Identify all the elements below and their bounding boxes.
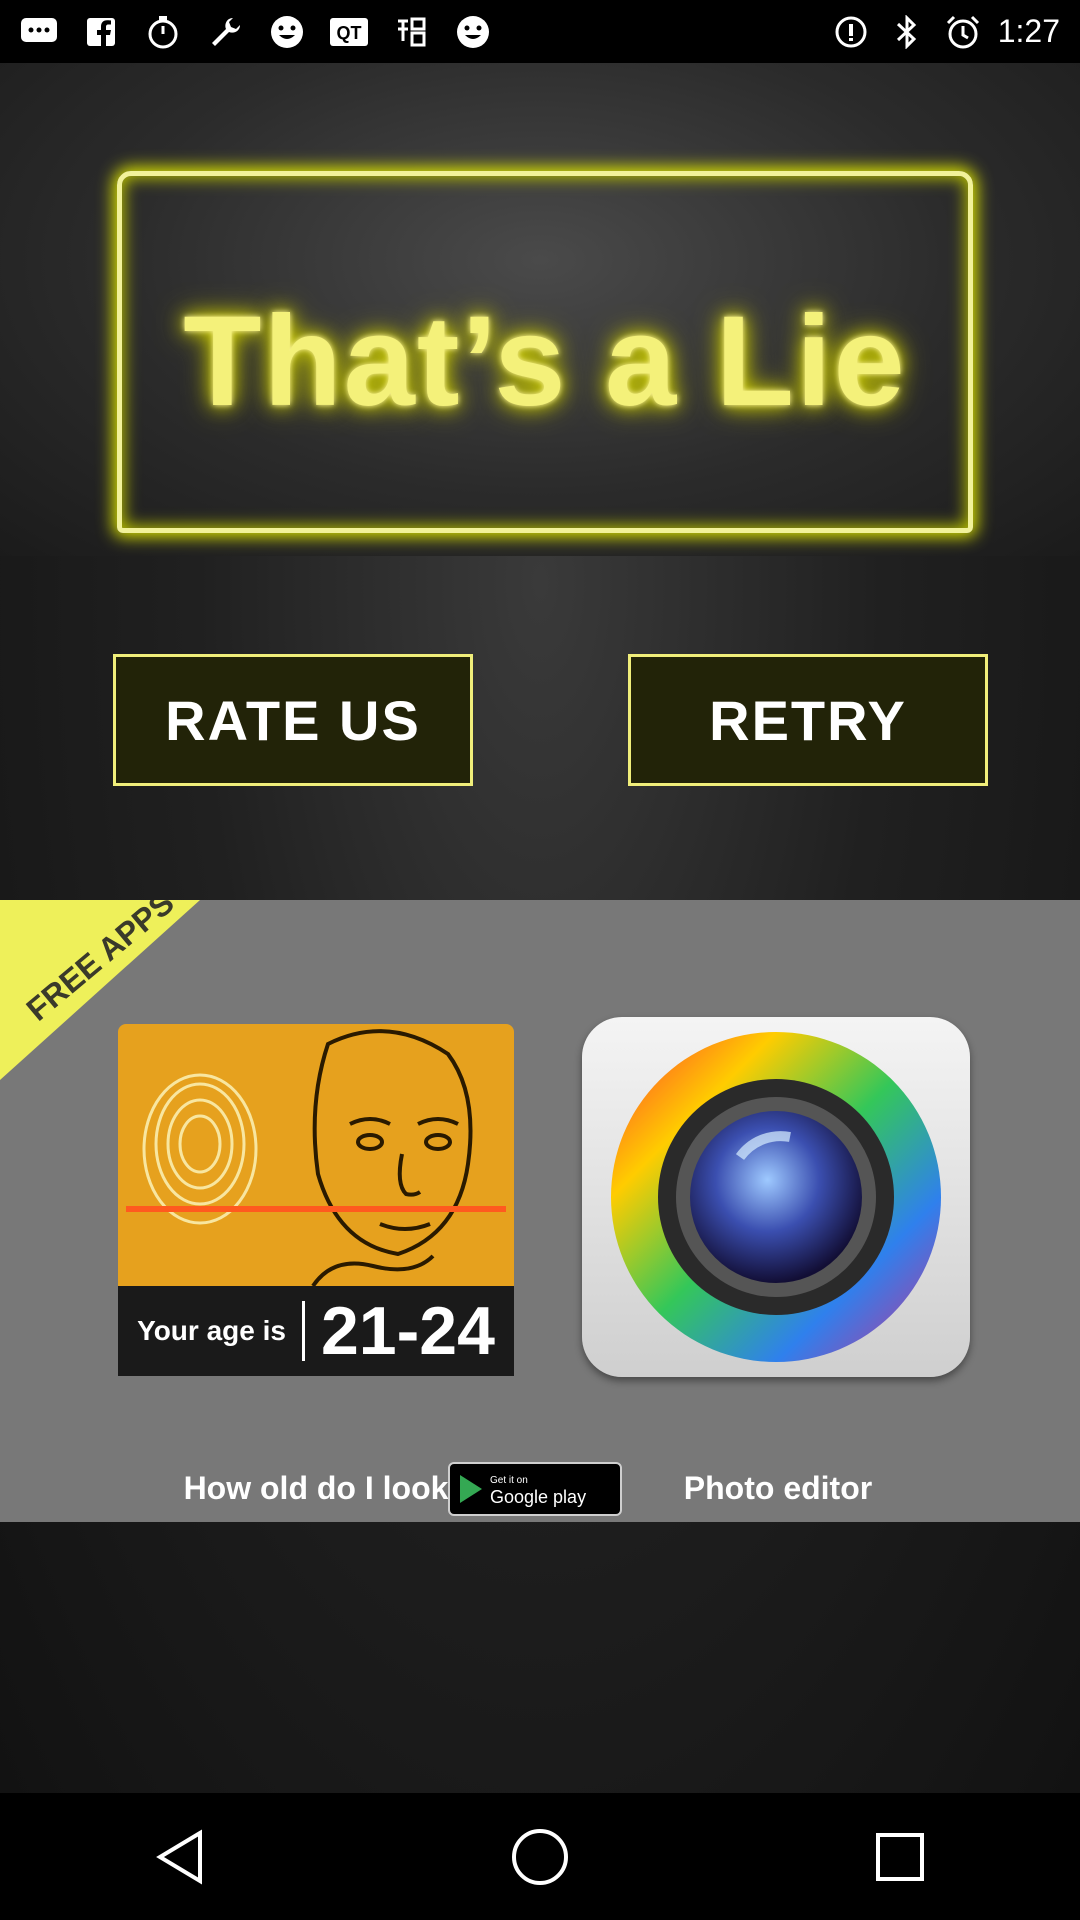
badge-big-text: Google play	[490, 1487, 587, 1507]
smiley-icon	[452, 11, 494, 53]
system-status: 1:27	[830, 0, 1060, 63]
google-play-badge[interactable]: Get it on Google play	[448, 1462, 622, 1516]
recents-icon[interactable]	[860, 1817, 940, 1897]
age-range: 21-24	[320, 1293, 495, 1369]
messages-icon	[18, 11, 60, 53]
app-screen: That’s a Lie RATE US RETRY FREE APPS You…	[0, 63, 1080, 1793]
svg-text:QT: QT	[337, 23, 362, 43]
qt-icon: QT	[328, 11, 370, 53]
facebook-icon	[80, 11, 122, 53]
home-icon[interactable]	[500, 1817, 580, 1897]
free-apps-panel: FREE APPS Your age is 21-24 How old do I…	[0, 900, 1080, 1522]
age-banner: Your age is 21-24	[118, 1286, 514, 1376]
face-illustration	[118, 1024, 514, 1288]
how-old-app-icon[interactable]: Your age is 21-24	[118, 1024, 514, 1376]
smiley-icon	[266, 11, 308, 53]
rate-us-button[interactable]: RATE US	[113, 654, 473, 786]
age-prefix: Your age is	[137, 1315, 286, 1346]
back-icon[interactable]	[140, 1817, 220, 1897]
chinese-app-icon	[390, 11, 432, 53]
timer-icon	[142, 11, 184, 53]
navigation-bar	[0, 1793, 1080, 1920]
photo-editor-app-label[interactable]: Photo editor	[568, 1470, 988, 1507]
play-store-icon	[460, 1475, 482, 1503]
bluetooth-icon	[886, 11, 928, 53]
notification-icons: QT	[18, 0, 494, 63]
photo-editor-app-icon[interactable]	[582, 1017, 970, 1377]
alarm-icon	[942, 11, 984, 53]
result-title: That’s a Lie	[183, 290, 907, 433]
retry-button[interactable]: RETRY	[628, 654, 988, 786]
wrench-icon	[204, 11, 246, 53]
info-icon	[830, 11, 872, 53]
status-bar: QT 1:27	[0, 0, 1080, 63]
title-panel: That’s a Lie	[0, 63, 1080, 556]
clock: 1:27	[997, 13, 1060, 49]
